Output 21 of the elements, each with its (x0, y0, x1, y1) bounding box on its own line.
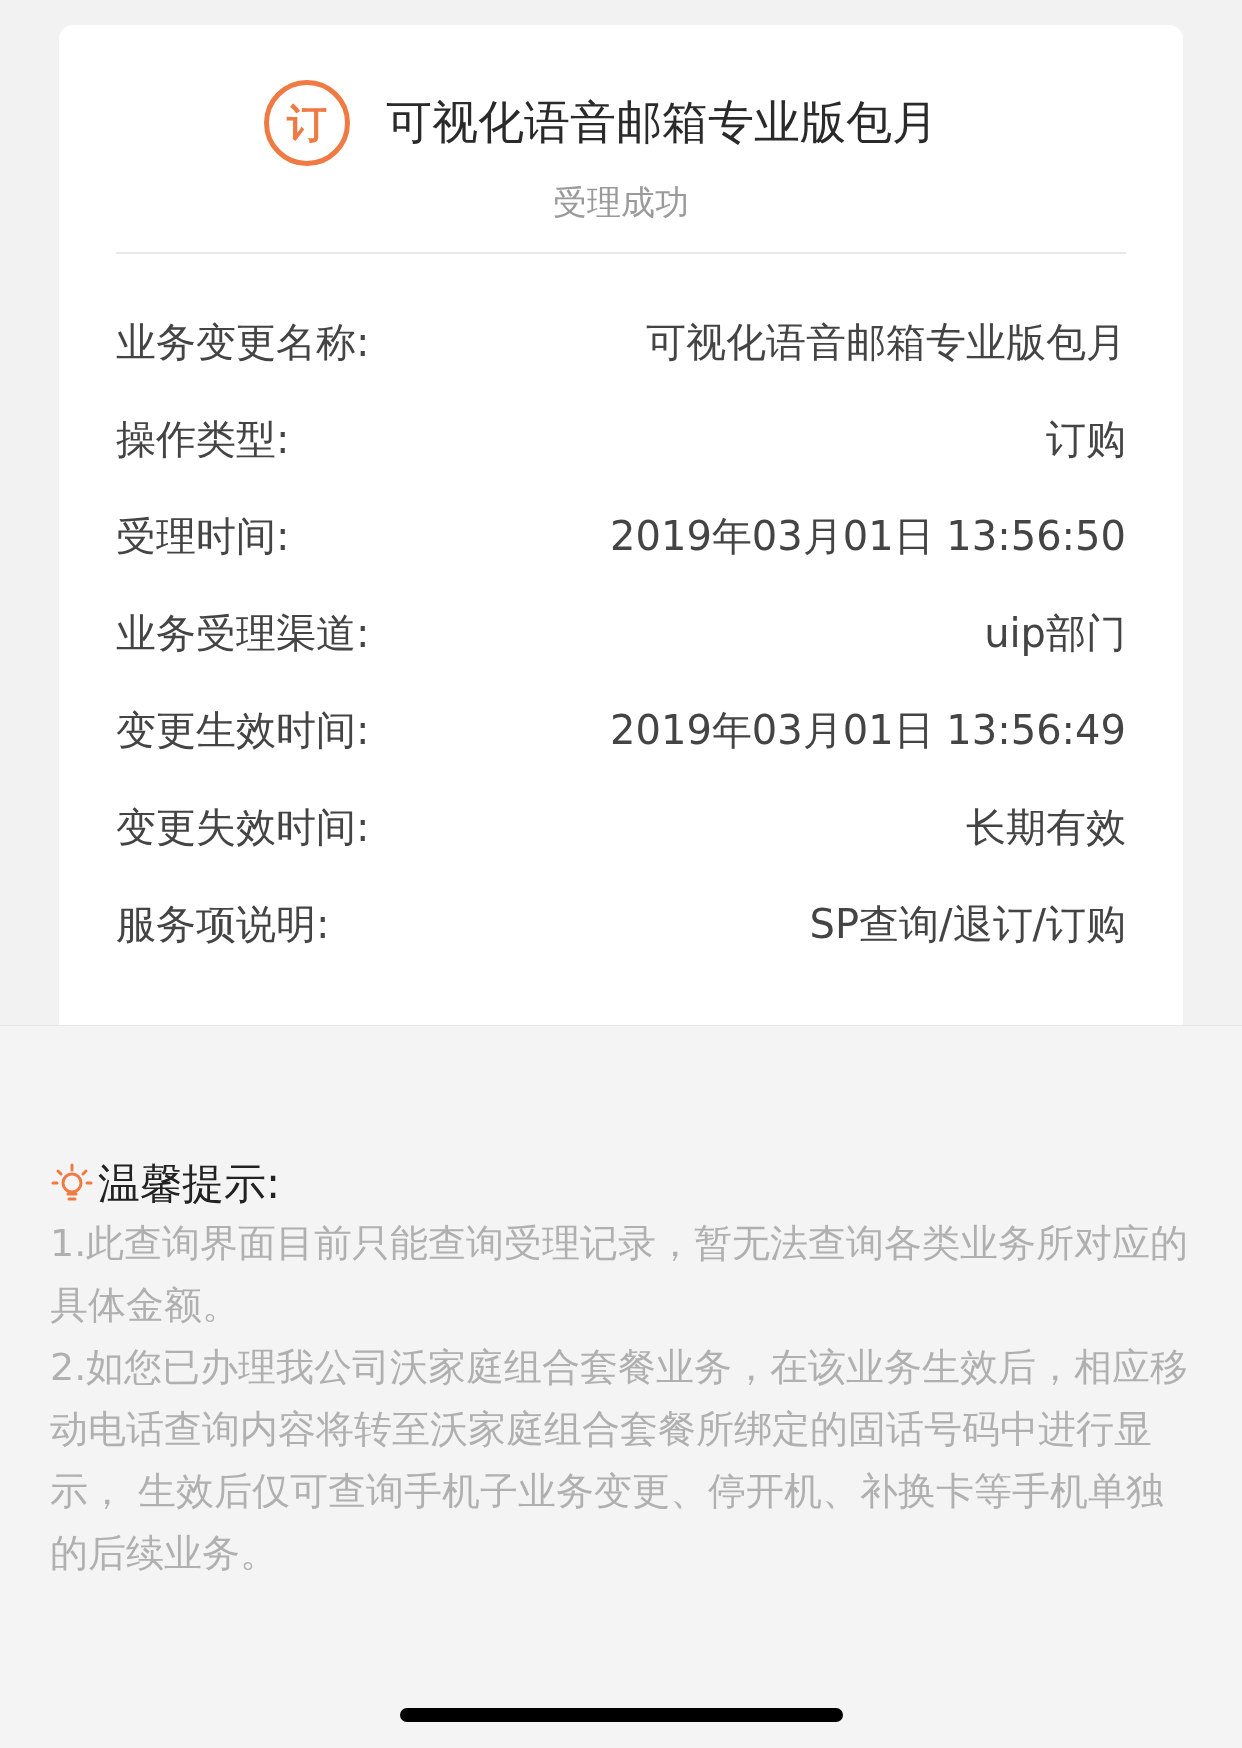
field-label: 业务受理渠道: (116, 609, 370, 658)
field-value: 订购 (1046, 415, 1126, 464)
field-value: 2019年03月01日 13:56:49 (610, 706, 1126, 755)
tip-paragraph: 1.此查询界面目前只能查询受理记录，暂无法查询各类业务所对应的具体金额。 (50, 1220, 1190, 1329)
home-indicator[interactable] (399, 1708, 843, 1722)
field-label: 变更生效时间: (116, 706, 370, 755)
order-badge: 订 (264, 80, 350, 166)
field-label: 业务变更名称: (116, 318, 370, 367)
field-value: 可视化语音邮箱专业版包月 (646, 318, 1126, 367)
field-value: 长期有效 (966, 803, 1126, 852)
tip-paragraph: 2.如您已办理我公司沃家庭组合套餐业务，在该业务生效后，相应移动电话查询内容将转至沃家庭组合套餐所绑定的固话号码中进行显示， 生效后仅可查询手机子业务变更、停开机、补换卡等手机单独的后续业务。 (50, 1344, 1190, 1577)
field-label: 变更失效时间: (116, 803, 370, 852)
field-label: 受理时间: (116, 512, 290, 561)
field-value: uip部门 (984, 609, 1126, 658)
service-title: 可视化语音邮箱专业版包月 (386, 94, 938, 151)
field-value: 2019年03月01日 13:56:50 (610, 512, 1126, 561)
field-label: 操作类型: (116, 415, 290, 464)
tips-heading: 温馨提示: (98, 1158, 281, 1210)
status-text: 受理成功 (553, 181, 689, 224)
field-label: 服务项说明: (116, 900, 330, 949)
field-value: SP查询/退订/订购 (809, 900, 1126, 949)
